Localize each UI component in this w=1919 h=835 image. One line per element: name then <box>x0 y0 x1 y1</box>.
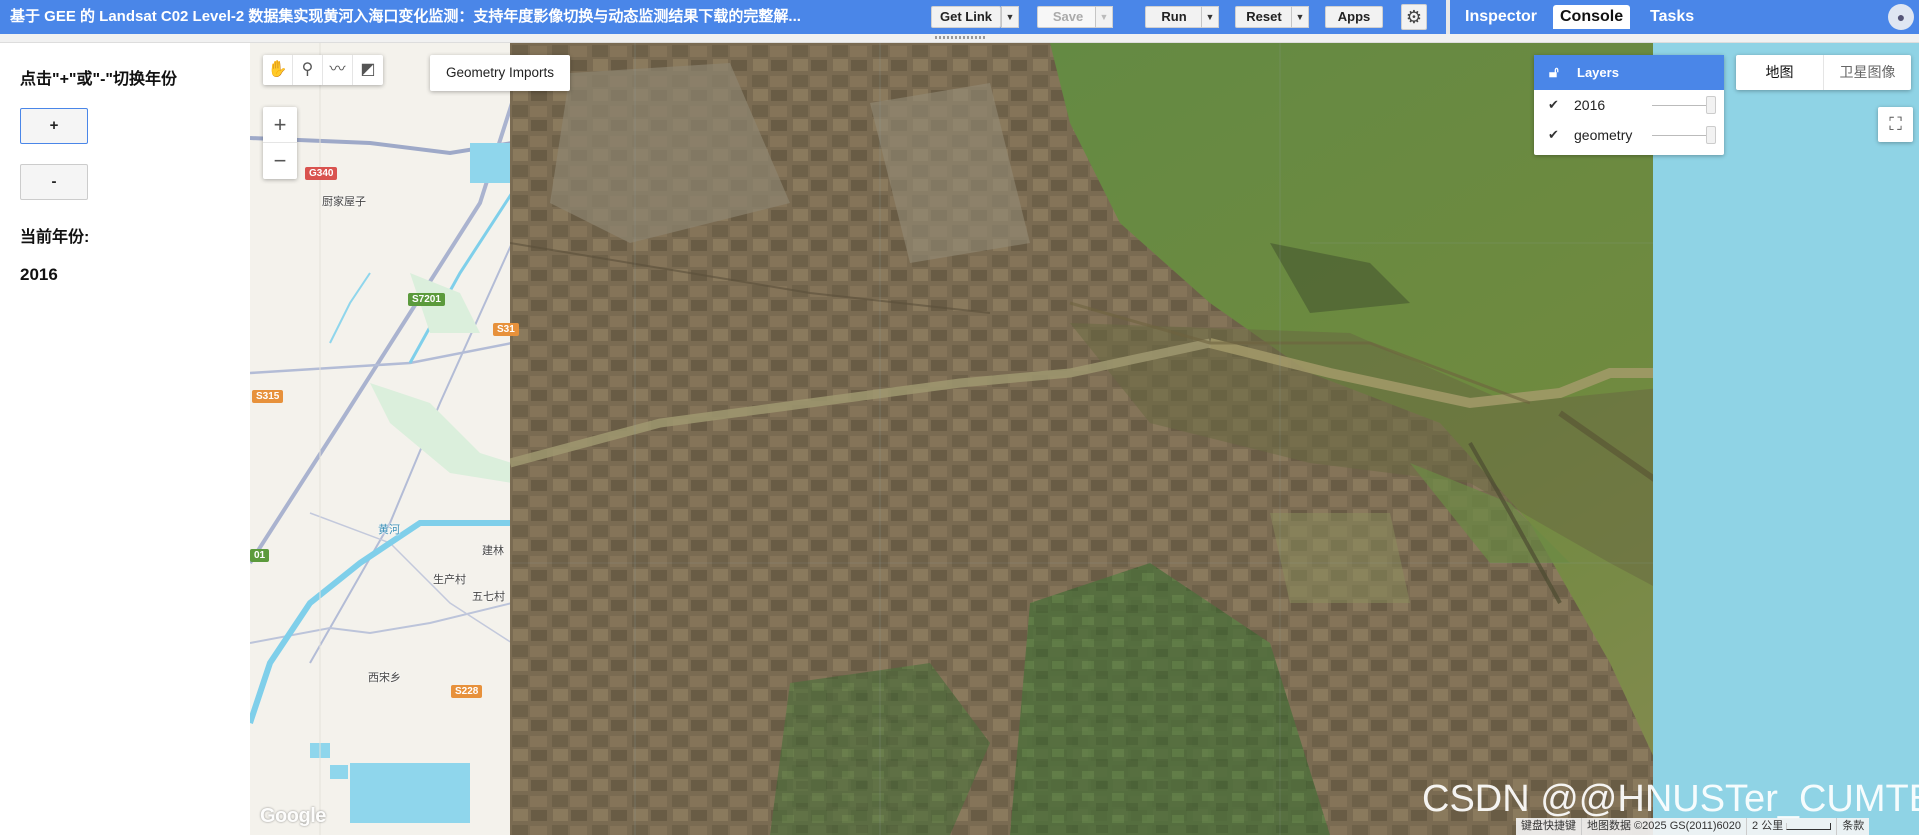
gear-icon[interactable]: ⚙ <box>1401 4 1427 30</box>
panel-splitter[interactable] <box>1446 0 1450 34</box>
scale-label: 2 公里 <box>1752 820 1784 832</box>
account-avatar-icon[interactable]: ● <box>1888 4 1914 30</box>
pan-hand-icon[interactable]: ✋ <box>263 55 293 85</box>
road-shield-s31: S31 <box>493 323 519 336</box>
keyboard-shortcuts-link[interactable]: 键盘快捷键 <box>1516 818 1581 835</box>
run-button[interactable]: Run <box>1145 6 1203 28</box>
terms-link[interactable]: 条款 <box>1836 818 1869 835</box>
place-label: 厨家屋子 <box>322 196 366 208</box>
fullscreen-icon[interactable]: ⛶ <box>1878 107 1913 142</box>
map-type-toggle: 地图 卫星图像 <box>1736 55 1911 90</box>
tab-tasks[interactable]: Tasks <box>1643 5 1701 29</box>
current-year-label: 当前年份: <box>20 229 90 246</box>
road-shield-s7201: S7201 <box>408 293 445 306</box>
layer-checkbox[interactable]: ✔ <box>1545 127 1562 144</box>
lock-icon[interactable]: 🔓︎ <box>1549 55 1559 90</box>
reset-button[interactable]: Reset <box>1235 6 1293 28</box>
zoom-out-button[interactable]: − <box>263 143 297 179</box>
top-toolbar: 基于 GEE 的 Landsat C02 Level-2 数据集实现黄河入海口变… <box>0 0 1919 34</box>
tab-inspector[interactable]: Inspector <box>1458 5 1544 29</box>
place-label: 生产村 <box>433 574 466 586</box>
apps-button[interactable]: Apps <box>1325 6 1383 28</box>
layer-row-geometry: ✔ geometry <box>1534 120 1724 150</box>
map-data-text: 地图数据 ©2025 GS(2011)6020 <box>1581 818 1746 835</box>
splitter-grip-icon[interactable] <box>935 36 985 39</box>
save-dropdown-icon[interactable]: ▼ <box>1095 6 1113 28</box>
map-canvas[interactable]: G340 厨家屋子 S7201 S31 S315 黄河 01 建林 生产村 五七… <box>250 43 1919 835</box>
previous-year-button[interactable]: - <box>20 164 88 200</box>
layer-checkbox[interactable]: ✔ <box>1545 97 1562 114</box>
place-label: 建林 <box>482 545 504 557</box>
instruction-label: 点击"+"或"-"切换年份 <box>20 71 178 88</box>
ui-panel: 点击"+"或"-"切换年份 + - 当前年份: 2016 <box>0 43 250 835</box>
map-attribution: 键盘快捷键 地图数据 ©2025 GS(2011)6020 2 公里 条款 <box>1516 818 1870 835</box>
geometry-imports-button[interactable]: Geometry Imports <box>430 55 570 91</box>
google-logo: Google <box>260 805 326 827</box>
river-label: 黄河 <box>378 524 400 536</box>
reset-dropdown-icon[interactable]: ▼ <box>1291 6 1309 28</box>
road-shield-s228: S228 <box>451 685 483 698</box>
map-type-satellite-button[interactable]: 卫星图像 <box>1823 55 1911 90</box>
layers-header[interactable]: 🔓︎ Layers <box>1534 55 1724 90</box>
layers-title: Layers <box>1577 65 1619 80</box>
opacity-slider-handle[interactable] <box>1706 126 1716 144</box>
zoom-in-button[interactable]: + <box>263 107 297 143</box>
scale-bar-line <box>1786 822 1832 830</box>
drawing-toolbar: ✋ ⚲ 〰 ◩ <box>263 55 383 85</box>
csdn-watermark: CSDN @@HNUSTer_CUMTBer <box>1422 778 1919 820</box>
draw-line-icon[interactable]: 〰 <box>323 55 353 85</box>
map-type-roadmap-button[interactable]: 地图 <box>1736 55 1823 90</box>
road-shield-01: 01 <box>250 549 270 562</box>
next-year-button[interactable]: + <box>20 108 88 144</box>
opacity-slider-handle[interactable] <box>1706 96 1716 114</box>
draw-polygon-icon[interactable]: ◩ <box>353 55 383 85</box>
layer-name: geometry <box>1574 127 1633 143</box>
run-dropdown-icon[interactable]: ▼ <box>1201 6 1219 28</box>
get-link-button[interactable]: Get Link <box>931 6 1001 28</box>
layer-name: 2016 <box>1574 97 1606 113</box>
add-marker-icon[interactable]: ⚲ <box>293 55 323 85</box>
road-shield-s315: S315 <box>252 390 284 403</box>
tab-console[interactable]: Console <box>1553 5 1631 29</box>
layers-panel: 🔓︎ Layers ✔ 2016 ✔ geometry <box>1534 55 1724 155</box>
road-shield-g340: G340 <box>305 167 338 180</box>
place-label: 五七村 <box>472 591 505 603</box>
sea-area <box>1653 43 1919 835</box>
current-year-value: 2016 <box>20 265 58 284</box>
zoom-control: + − <box>263 107 297 179</box>
opacity-slider-track[interactable] <box>1652 105 1707 106</box>
layer-row-2016: ✔ 2016 <box>1534 90 1724 120</box>
horizontal-splitter[interactable] <box>0 34 1919 43</box>
place-label: 西宋乡 <box>368 672 401 684</box>
script-title: 基于 GEE 的 Landsat C02 Level-2 数据集实现黄河入海口变… <box>10 8 801 25</box>
get-link-dropdown-icon[interactable]: ▼ <box>1001 6 1019 28</box>
save-button[interactable]: Save <box>1037 6 1099 28</box>
scale-bar: 2 公里 <box>1746 818 1836 835</box>
opacity-slider-track[interactable] <box>1652 135 1707 136</box>
